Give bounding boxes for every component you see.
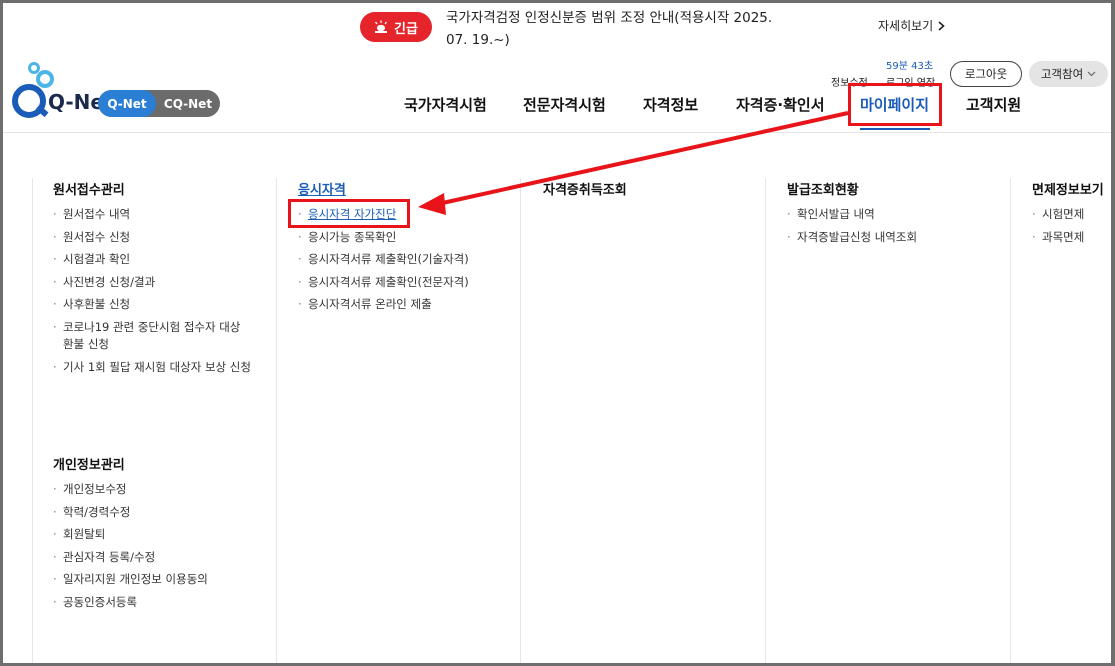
site-switch[interactable]: Q-Net CQ-Net <box>98 90 220 117</box>
urgent-badge-label: 긴급 <box>394 21 418 37</box>
menu-item[interactable]: 확인서발급 내역 <box>787 206 987 223</box>
detail-link[interactable]: 자세히보기 <box>878 17 945 34</box>
menu-item[interactable]: 응시자격서류 온라인 제출 <box>298 296 508 313</box>
logout-button[interactable]: 로그아웃 <box>950 61 1022 87</box>
menu-item[interactable]: 학력/경력수정 <box>53 504 253 521</box>
menu-item[interactable]: 사진변경 신청/결과 <box>53 274 253 291</box>
menu-item[interactable]: 공동인증서등록 <box>53 594 253 611</box>
menu-item[interactable]: 과목면제 <box>1032 229 1107 246</box>
column-divider <box>276 178 277 663</box>
menu-list-issuance: 확인서발급 내역 자격증발급신청 내역조회 <box>787 206 987 251</box>
highlight-box-mypage <box>848 83 942 126</box>
menu-item[interactable]: 원서접수 신청 <box>53 229 253 246</box>
siren-icon <box>375 20 388 33</box>
column-divider <box>32 178 33 663</box>
menu-item[interactable]: 회원탈퇴 <box>53 526 253 543</box>
menu-item[interactable]: 기사 1회 필답 재시험 대상자 보상 신청 <box>53 359 253 376</box>
menu-item[interactable]: 시험면제 <box>1032 206 1107 223</box>
menu-item[interactable]: 코로나19 관련 중단시험 접수자 대상 환불 신청 <box>53 319 253 353</box>
menu-list-exemption: 시험면제 과목면제 <box>1032 206 1107 251</box>
menu-item[interactable]: 응시자격서류 제출확인(전문자격) <box>298 274 508 291</box>
menu-title-eligibility[interactable]: 응시자격 <box>298 179 346 198</box>
menu-list-personal: 개인정보수정 학력/경력수정 회원탈퇴 관심자격 등록/수정 일자리지원 개인정… <box>53 481 253 616</box>
menu-list-application: 원서접수 내역 원서접수 신청 시험결과 확인 사진변경 신청/결과 사후환불 … <box>53 206 253 382</box>
menu-item[interactable]: 응시자격서류 제출확인(기술자격) <box>298 251 508 268</box>
nav-professional-exam[interactable]: 전문자격시험 <box>523 94 606 115</box>
column-divider <box>765 178 766 663</box>
switch-qnet[interactable]: Q-Net <box>98 90 156 117</box>
logo-circle-large <box>36 70 54 88</box>
nav-certificate[interactable]: 자격증·확인서 <box>736 94 825 115</box>
chevron-down-icon <box>1087 71 1096 77</box>
nav-customer-support[interactable]: 고객지원 <box>966 94 1021 115</box>
nav-active-underline <box>860 128 930 130</box>
menu-title-acquisition[interactable]: 자격증취득조회 <box>543 179 627 198</box>
menu-item[interactable]: 사후환불 신청 <box>53 296 253 313</box>
menu-item[interactable]: 시험결과 확인 <box>53 251 253 268</box>
column-divider <box>520 178 521 663</box>
switch-cqnet[interactable]: CQ-Net <box>156 90 220 117</box>
menu-item[interactable]: 원서접수 내역 <box>53 206 253 223</box>
chevron-right-icon <box>938 20 945 31</box>
customer-participation-label: 고객참여 <box>1040 67 1084 81</box>
nav-qualification-info[interactable]: 자격정보 <box>643 94 698 115</box>
nav-national-exam[interactable]: 국가자격시험 <box>404 94 487 115</box>
session-timer: 59분 43초 <box>886 61 934 72</box>
menu-item[interactable]: 개인정보수정 <box>53 481 253 498</box>
menu-item[interactable]: 관심자격 등록/수정 <box>53 549 253 566</box>
notice-text[interactable]: 국가자격검정 인정신분증 범위 조정 안내(적용시작 2025. 07. 19.… <box>446 7 796 51</box>
detail-link-label: 자세히보기 <box>878 19 934 33</box>
column-divider <box>1010 178 1011 663</box>
menu-title-exemption[interactable]: 면제정보보기 <box>1032 179 1104 198</box>
highlight-box-self-check <box>288 199 410 228</box>
menu-item[interactable]: 일자리지원 개인정보 이용동의 <box>53 571 253 588</box>
urgent-badge: 긴급 <box>360 12 432 42</box>
menu-title-personal[interactable]: 개인정보관리 <box>53 454 125 473</box>
customer-participation-button[interactable]: 고객참여 <box>1029 61 1108 87</box>
menu-title-issuance[interactable]: 발급조회현황 <box>787 179 859 198</box>
header-divider <box>3 132 1111 133</box>
menu-item[interactable]: 응시가능 종목확인 <box>298 229 508 246</box>
menu-item[interactable]: 자격증발급신청 내역조회 <box>787 229 987 246</box>
menu-title-application[interactable]: 원서접수관리 <box>53 179 125 198</box>
